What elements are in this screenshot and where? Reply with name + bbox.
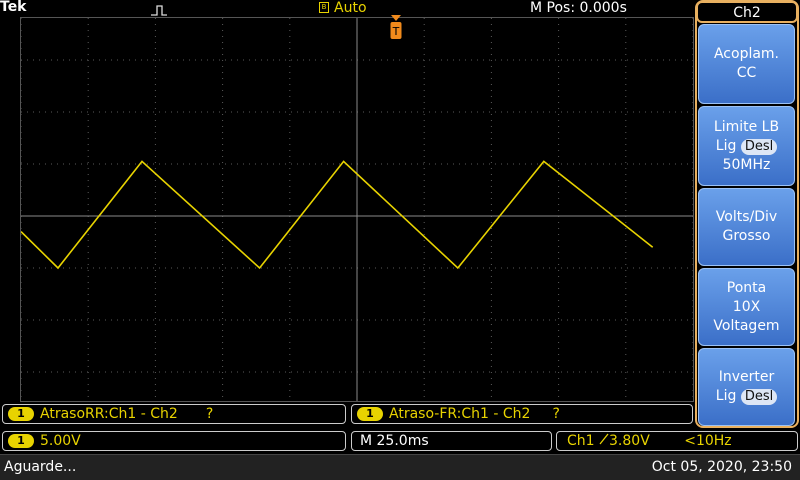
volts-div-label: Volts/Div — [715, 209, 778, 225]
measurement-1[interactable]: 1 AtrasoRR:Ch1 - Ch2? — [2, 404, 346, 424]
invert-selected: Desl — [740, 389, 778, 405]
bw-limit-toggle: Lig Desl — [699, 137, 794, 156]
trigger-position-marker-icon[interactable]: T — [388, 13, 404, 45]
invert-button[interactable]: Inverter Lig Desl — [698, 348, 795, 426]
trigger-type-icon — [150, 2, 168, 16]
rising-edge-icon — [599, 432, 609, 450]
bandwidth-limit-button[interactable]: Limite LB Lig Desl 50MHz — [698, 106, 795, 186]
probe-label: Ponta — [726, 279, 767, 296]
trigger-readout[interactable]: Ch1 3.80V <10Hz — [556, 431, 798, 451]
measurement-2[interactable]: 1 Atraso-FR:Ch1 - Ch2? — [351, 404, 693, 424]
channel-scale-readout[interactable]: 1 5.00V — [2, 431, 346, 451]
horizontal-position-readout: M Pos: 0.000s — [530, 0, 627, 16]
channel-badge: 1 — [8, 434, 34, 448]
vertical-scale: 5.00V — [40, 433, 81, 449]
volts-div-button[interactable]: Volts/Div Grosso — [698, 188, 795, 266]
brand-logo: Tek — [0, 0, 27, 15]
measurement-2-value: ? — [552, 406, 560, 422]
coupling-button[interactable]: Acoplam. CC — [698, 24, 795, 104]
graticule-svg — [21, 18, 693, 401]
probe-attenuation: 10X — [732, 298, 761, 315]
timebase-value: M 25.0ms — [360, 433, 429, 449]
invert-toggle: Lig Desl — [699, 387, 794, 406]
status-bar: Aguarde... Oct 05, 2020, 23:50 — [0, 454, 800, 480]
ch1-waveform — [21, 160, 654, 270]
coupling-value: CC — [736, 65, 757, 81]
channel-side-menu: Ch2 Acoplam. CC Limite LB Lig Desl 50MHz… — [695, 0, 800, 428]
status-message: Aguarde... — [4, 459, 77, 475]
svg-text:T: T — [392, 25, 400, 38]
coupling-label: Acoplam. — [713, 46, 780, 62]
timebase-readout[interactable]: M 25.0ms — [351, 431, 552, 451]
probe-button[interactable]: Ponta 10X Voltagem — [698, 268, 795, 346]
acquisition-mode: Auto — [334, 0, 367, 16]
trigger-frequency: <10Hz — [684, 433, 732, 449]
trigger-level: 3.80V — [609, 433, 650, 449]
acquisition-icon: B — [319, 2, 329, 13]
measurement-1-channel-badge: 1 — [8, 407, 34, 421]
bw-limit-label: Limite LB — [713, 118, 780, 135]
bw-limit-selected: Desl — [740, 138, 778, 155]
bw-limit-frequency: 50MHz — [722, 156, 771, 173]
invert-label: Inverter — [718, 369, 775, 385]
measurement-1-value: ? — [205, 406, 214, 422]
probe-type: Voltagem — [713, 317, 780, 334]
volts-div-value: Grosso — [722, 228, 771, 244]
measurement-2-label: Atraso-FR:Ch1 - Ch2 — [389, 406, 531, 422]
waveform-graticule[interactable] — [20, 17, 694, 402]
measurement-1-label: AtrasoRR:Ch1 - Ch2 — [40, 406, 178, 422]
side-menu-title: Ch2 — [696, 1, 798, 23]
trigger-source: Ch1 — [567, 433, 595, 449]
date-time: Oct 05, 2020, 23:50 — [651, 459, 792, 475]
measurement-2-channel-badge: 1 — [357, 407, 383, 421]
